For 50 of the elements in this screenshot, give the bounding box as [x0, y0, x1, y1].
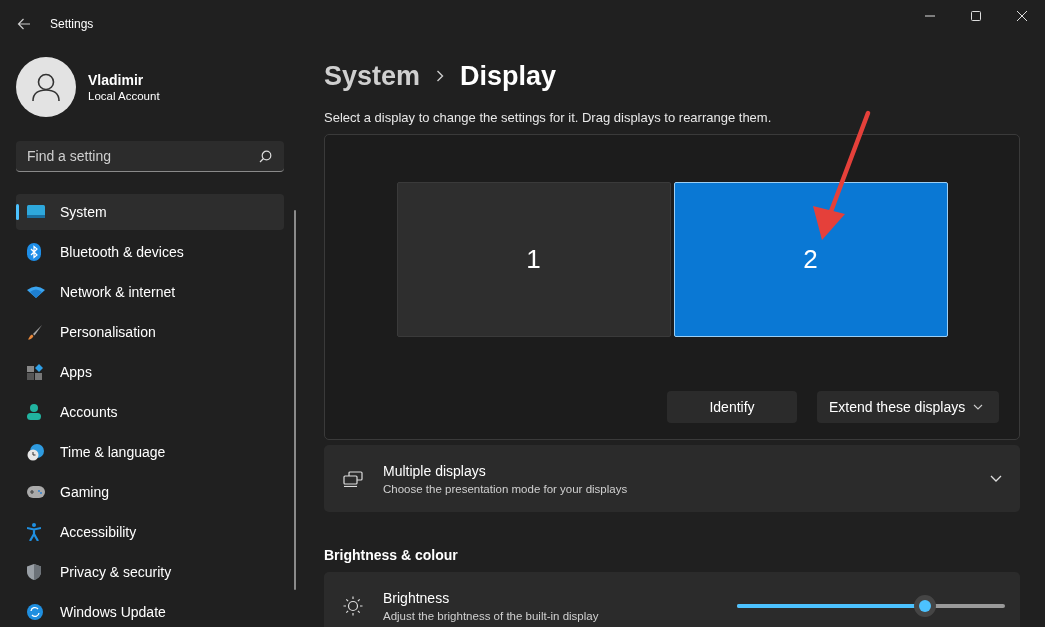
sidebar-item[interactable]: Privacy & security — [16, 554, 284, 590]
monitor-icon — [27, 205, 45, 219]
search-field[interactable]: Find a setting — [16, 141, 284, 172]
sun-icon — [343, 595, 363, 616]
page-title: Display — [460, 60, 557, 92]
card-subtitle: Adjust the brightness of the built-in display — [383, 609, 599, 622]
identify-button[interactable]: Identify — [667, 391, 797, 423]
sidebar-item[interactable]: Bluetooth & devices — [16, 234, 284, 270]
wifi-icon — [27, 286, 45, 298]
person-icon — [27, 404, 41, 420]
gamepad-icon — [27, 486, 45, 498]
display-mode-dropdown[interactable]: Extend these displays — [817, 391, 999, 423]
accessibility-icon — [27, 523, 41, 541]
sidebar-item[interactable]: Personalisation — [16, 314, 284, 350]
card-title: Multiple displays — [383, 462, 487, 479]
chevron-down-icon — [973, 404, 983, 410]
section-heading: Brightness & colour — [324, 547, 459, 563]
update-icon — [27, 604, 43, 620]
display-tile[interactable]: 2 — [673, 182, 948, 337]
sidebar-item[interactable]: Gaming — [16, 474, 284, 510]
description: Select a display to change the settings for it. Drag displays to rearrange them. — [324, 110, 773, 125]
shield-icon — [27, 564, 41, 580]
avatar-icon — [16, 57, 76, 117]
sidebar-item[interactable]: Accounts — [16, 394, 284, 430]
scrollbar[interactable] — [294, 210, 296, 590]
chevron-down-icon — [990, 475, 1002, 482]
bluetooth-icon — [27, 243, 41, 261]
globe-clock-icon — [27, 443, 44, 461]
chevron-right-icon — [436, 70, 445, 82]
slider-thumb[interactable] — [913, 594, 936, 617]
sidebar-item[interactable]: Network & internet — [16, 274, 284, 310]
breadcrumb-link[interactable]: System — [324, 60, 421, 92]
maximize-icon — [971, 11, 981, 21]
card-subtitle: Choose the presentation mode for your displays — [383, 482, 628, 495]
multiple-displays-card[interactable]: Multiple displays Choose the presentation mode for your displays — [324, 445, 1020, 512]
sidebar-item[interactable]: Time & language — [16, 434, 284, 470]
display-tile[interactable]: 1 — [396, 182, 671, 337]
window-title: Settings — [50, 17, 94, 31]
account-type: Local Account — [88, 90, 160, 102]
sidebar-item[interactable]: System — [16, 194, 284, 230]
sidebar-item[interactable]: Apps — [16, 354, 284, 390]
user-name: Vladimir — [88, 72, 145, 88]
apps-icon — [27, 364, 43, 380]
search-icon — [259, 150, 272, 163]
close-icon — [1017, 11, 1027, 21]
multiple-displays-icon — [343, 470, 363, 487]
sidebar-item[interactable]: Accessibility — [16, 514, 284, 550]
back-arrow-icon[interactable] — [17, 18, 31, 30]
sidebar-item[interactable]: Windows Update — [16, 594, 284, 627]
card-title: Brightness — [383, 589, 451, 606]
